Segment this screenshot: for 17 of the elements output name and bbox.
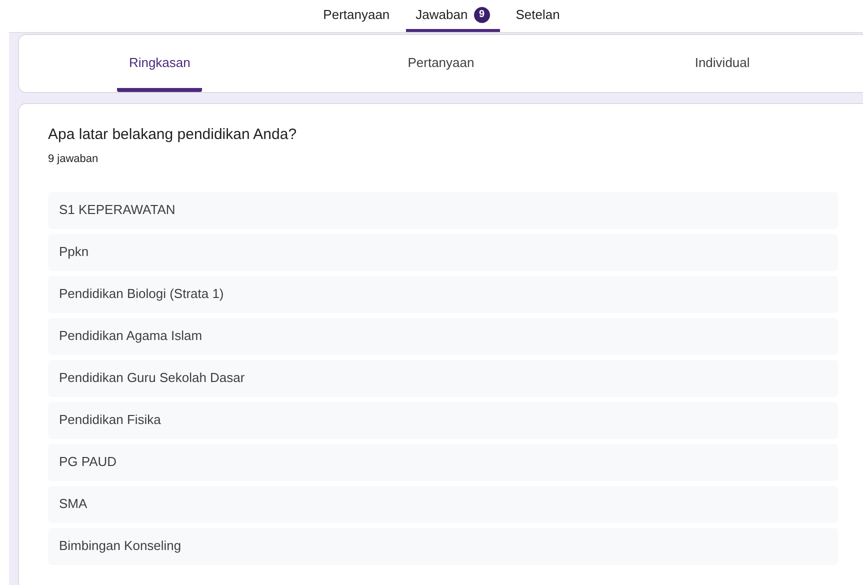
answer-row: Pendidikan Guru Sekolah Dasar bbox=[48, 360, 838, 396]
summary-tab[interactable]: Pertanyaan bbox=[396, 35, 486, 92]
count-badge: 9 bbox=[474, 6, 490, 22]
summary-tab[interactable]: Ringkasan bbox=[116, 35, 202, 92]
answer-row: Pendidikan Agama Islam bbox=[48, 318, 838, 354]
answer-row: Ppkn bbox=[48, 234, 838, 270]
answer-row: Pendidikan Biologi (Strata 1) bbox=[48, 276, 838, 312]
answer-row: SMA bbox=[48, 486, 838, 522]
answer-row: PG PAUD bbox=[48, 444, 838, 480]
answer-row: Pendidikan Fisika bbox=[48, 402, 838, 438]
response-count: 9 jawaban bbox=[48, 152, 100, 167]
summary-tab[interactable]: Individual bbox=[682, 35, 762, 92]
question-title: Apa latar belakang pendidikan Anda? bbox=[48, 125, 298, 145]
answer-row: S1 KEPERAWATAN bbox=[48, 192, 838, 228]
top-tab[interactable]: Setelan bbox=[506, 0, 570, 32]
answer-row: Bimbingan Konseling bbox=[48, 528, 838, 564]
top-tab[interactable]: Pertanyaan bbox=[313, 0, 400, 32]
